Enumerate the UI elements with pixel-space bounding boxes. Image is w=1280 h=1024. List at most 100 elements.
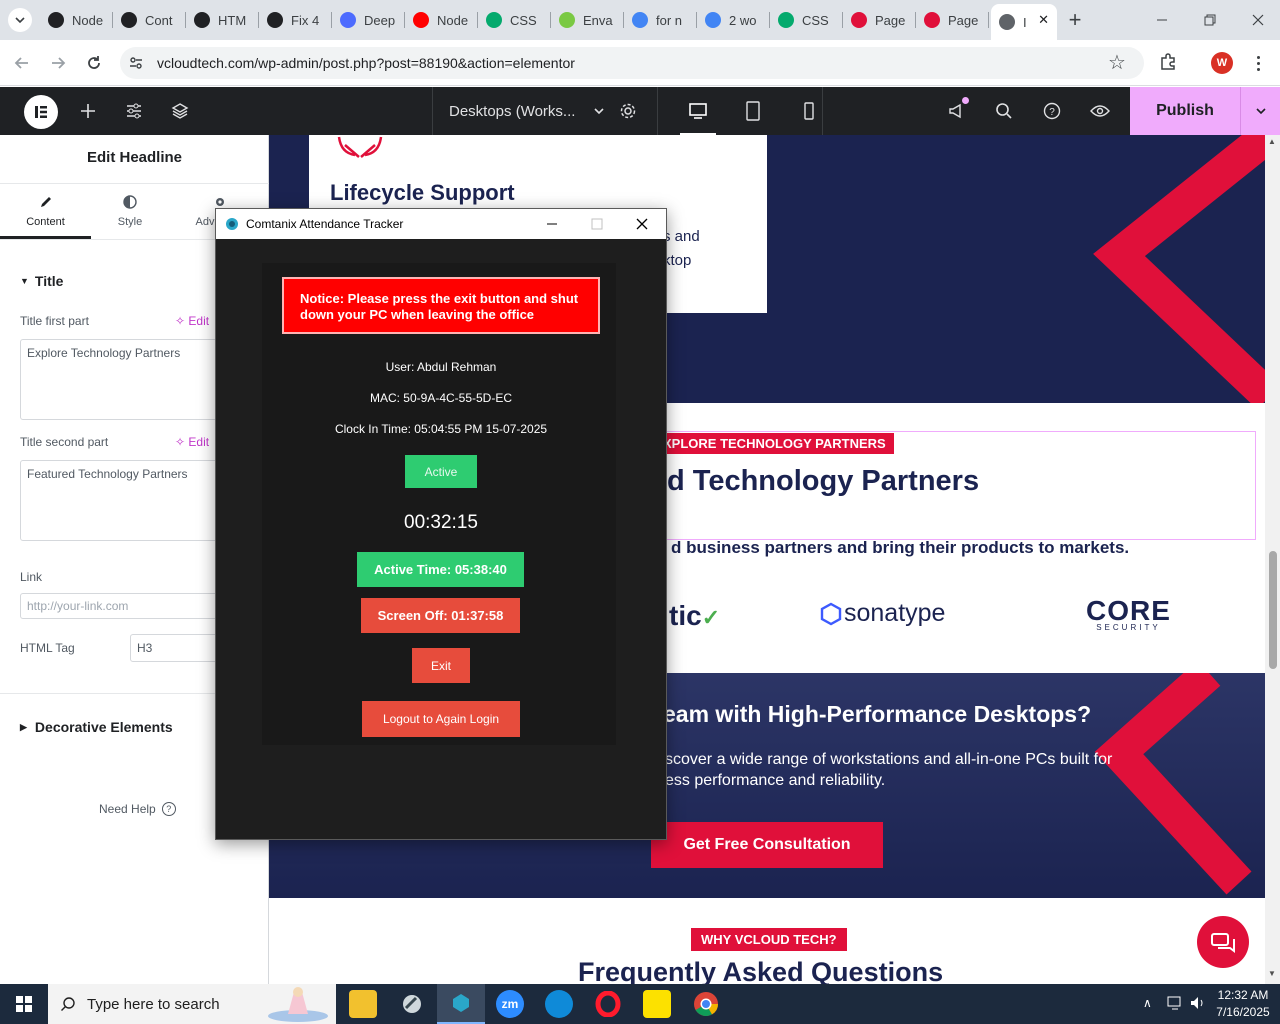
browser-tab[interactable]: Enva	[551, 6, 624, 34]
opera-icon[interactable]	[594, 990, 622, 1018]
close-icon	[1252, 14, 1264, 26]
arrow-right-icon	[52, 57, 66, 69]
sticky-notes-icon[interactable]	[643, 990, 671, 1018]
need-help-link[interactable]: Need Help ?	[99, 802, 176, 816]
tab-style[interactable]: Style	[91, 187, 169, 239]
elementor-logo[interactable]	[24, 95, 58, 129]
cta-decoration-chevron	[1094, 673, 1252, 895]
new-tab-button[interactable]: +	[1062, 7, 1088, 32]
browser-tab[interactable]: Node	[405, 6, 478, 34]
url-text[interactable]: vcloudtech.com/wp-admin/post.php?post=88…	[157, 55, 575, 71]
tracker-title: Comtanix Attendance Tracker	[246, 217, 404, 231]
extensions-icon[interactable]	[1158, 52, 1178, 72]
browser-tab[interactable]: I ✕	[991, 4, 1057, 40]
back-button[interactable]	[12, 53, 32, 73]
chat-widget-button[interactable]	[1197, 916, 1249, 968]
search-icon	[61, 997, 75, 1011]
volume-icon[interactable]	[1189, 995, 1207, 1016]
screen-off-display: Screen Off: 01:37:58	[361, 598, 520, 633]
megaphone-icon	[949, 103, 961, 119]
bookmark-star-icon[interactable]: ☆	[1108, 53, 1126, 73]
browser-tab[interactable]: Cont	[113, 6, 186, 34]
tracker-close-button[interactable]	[624, 213, 660, 235]
notifications-button[interactable]	[944, 87, 970, 135]
browser-tab[interactable]: CSS	[478, 6, 551, 34]
app-tools-icon[interactable]	[398, 990, 426, 1018]
device-mobile-button[interactable]	[795, 87, 823, 135]
browser-tab[interactable]: Deep	[332, 6, 405, 34]
browser-menu-icon[interactable]	[1250, 52, 1266, 74]
site-settings-button[interactable]	[122, 87, 146, 135]
help-button[interactable]: ?	[1040, 87, 1064, 135]
browser-tab[interactable]: Fix 4	[259, 6, 332, 34]
clock-date: 7/16/2025	[1216, 1005, 1270, 1019]
card-title: Lifecycle Support	[330, 180, 515, 205]
ai-edit-button[interactable]: ✧ Edit	[175, 314, 209, 328]
search-highlight-illustration-icon	[268, 987, 328, 1022]
profile-avatar[interactable]: W	[1211, 52, 1233, 74]
ai-edit-button[interactable]: ✧ Edit	[175, 435, 209, 449]
zoom-icon[interactable]: zm	[496, 990, 524, 1018]
search-icon	[996, 103, 1012, 119]
preview-button[interactable]	[1088, 87, 1112, 135]
logout-button[interactable]: Logout to Again Login	[362, 701, 520, 737]
tray-overflow-chevron-icon[interactable]: ∧	[1143, 996, 1152, 1010]
contrast-icon	[123, 195, 137, 209]
network-icon[interactable]	[1166, 995, 1184, 1016]
browser-tab-label: CSS	[802, 12, 829, 28]
publish-button[interactable]: Publish	[1130, 87, 1240, 135]
eye-icon	[1090, 105, 1110, 117]
browser-tab[interactable]: Page	[843, 6, 916, 34]
device-tablet-button[interactable]	[737, 87, 769, 135]
close-tab-icon[interactable]: ✕	[1038, 12, 1049, 28]
forward-button[interactable]	[48, 53, 68, 73]
section-title-toggle[interactable]: ▼ Title	[20, 273, 63, 289]
tab-content-label: Content	[26, 216, 65, 228]
restore-window-button[interactable]	[1198, 10, 1222, 30]
site-info-icon[interactable]	[128, 55, 144, 71]
tracker-titlebar[interactable]: Comtanix Attendance Tracker	[216, 209, 666, 239]
attendance-tracker-taskbar-icon[interactable]	[437, 984, 485, 1024]
canvas-scrollbar-thumb[interactable]	[1269, 551, 1277, 669]
edge-icon[interactable]	[545, 990, 573, 1018]
section-decorative-toggle[interactable]: ▶ Decorative Elements	[20, 719, 173, 735]
google-icon	[705, 12, 721, 28]
file-explorer-icon[interactable]	[349, 990, 377, 1018]
openai-icon	[194, 12, 210, 28]
tab-content[interactable]: Content	[0, 187, 91, 239]
scroll-up-arrow-icon[interactable]: ▲	[1268, 137, 1276, 146]
structure-button[interactable]	[168, 87, 192, 135]
get-consultation-button[interactable]: Get Free Consultation	[651, 822, 883, 868]
user-label: User: Abdul Rehman	[385, 360, 497, 374]
taskbar-search-box[interactable]: Type here to search	[48, 984, 336, 1024]
close-window-button[interactable]	[1246, 10, 1270, 30]
tracker-minimize-button[interactable]	[534, 213, 570, 235]
taskbar-clock[interactable]: 12:32 AM 7/16/2025	[1212, 987, 1274, 1021]
device-desktop-button[interactable]	[657, 87, 737, 135]
minimize-icon	[547, 223, 557, 225]
add-element-button[interactable]	[76, 87, 100, 135]
openai-icon	[267, 12, 283, 28]
reload-button[interactable]	[84, 53, 104, 73]
browser-tab[interactable]: Node	[40, 6, 113, 34]
pencil-icon	[40, 197, 51, 207]
chrome-icon[interactable]	[692, 990, 720, 1018]
browser-tab[interactable]: HTM	[186, 6, 259, 34]
start-button[interactable]	[0, 984, 48, 1024]
tab-search-button[interactable]	[8, 8, 32, 32]
browser-tab[interactable]: for n	[624, 6, 697, 34]
browser-tab[interactable]: Page	[916, 6, 989, 34]
card-text-line-2: ktop	[663, 252, 692, 269]
w3schools-icon	[778, 12, 794, 28]
scroll-down-arrow-icon[interactable]: ▼	[1268, 969, 1276, 978]
browser-tab-label: HTM	[218, 12, 247, 28]
finder-button[interactable]	[992, 87, 1016, 135]
exit-button[interactable]: Exit	[412, 648, 470, 683]
browser-tab[interactable]: 2 wo	[697, 6, 770, 34]
browser-tab-label: Deep	[364, 12, 396, 28]
mac-label: MAC: 50-9A-4C-55-5D-EC	[369, 391, 513, 405]
minimize-window-button[interactable]	[1150, 10, 1174, 30]
page-settings-button[interactable]	[616, 87, 640, 135]
browser-tab[interactable]: CSS	[770, 6, 843, 34]
publish-options-button[interactable]	[1240, 87, 1280, 135]
